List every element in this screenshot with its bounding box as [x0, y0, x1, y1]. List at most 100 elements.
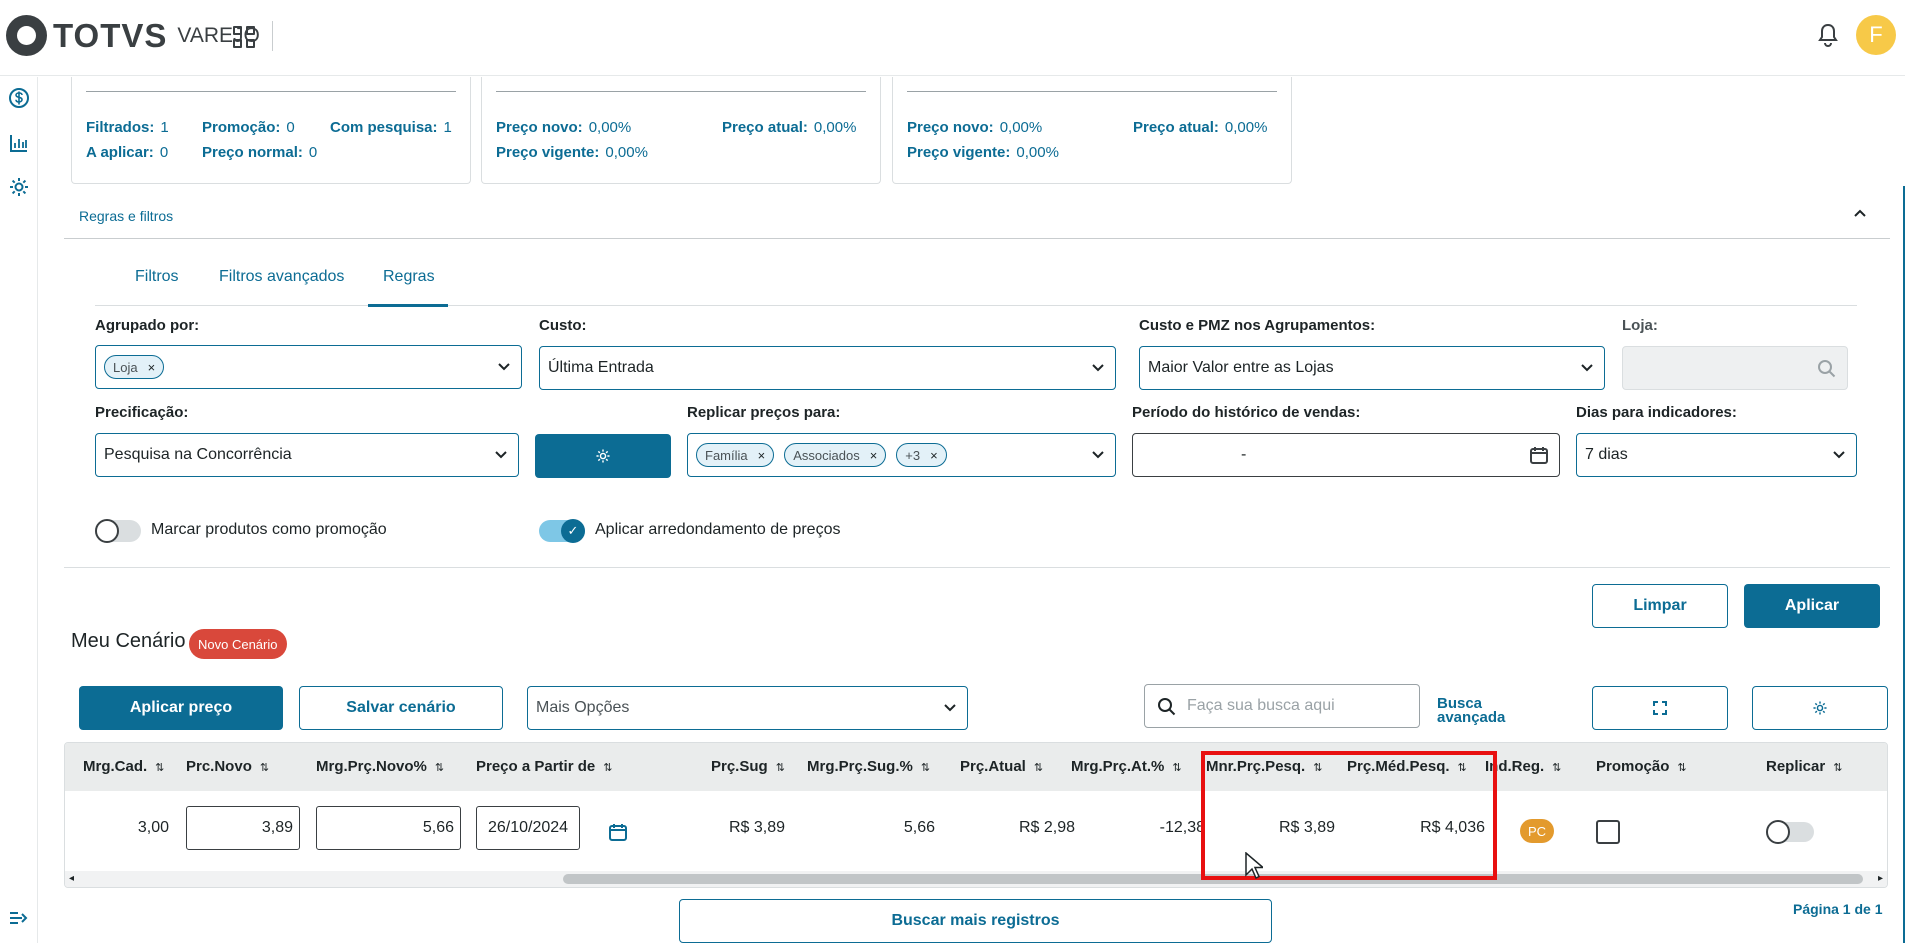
more-options-select[interactable]: Mais Opções: [527, 686, 968, 730]
search-icon: [1818, 360, 1836, 378]
cell-prc-atual: R$ 2,98: [1018, 819, 1075, 836]
prc-novo-input[interactable]: 3,89: [186, 806, 300, 850]
dias-select[interactable]: 7 dias: [1576, 433, 1857, 477]
replicar-select[interactable]: Família × Associados × +3 ×: [687, 433, 1116, 477]
mrg-prc-novo-input[interactable]: 5,66: [316, 806, 461, 850]
top-bar: TOTVS VAREJO F: [0, 0, 1905, 76]
remove-tag-icon[interactable]: ×: [930, 448, 938, 463]
user-avatar[interactable]: F: [1856, 15, 1896, 55]
loja-label: Loja:: [1622, 317, 1658, 334]
summary-preco-novo: Preço novo: 0,00%: [496, 119, 632, 136]
precificacao-select[interactable]: Pesquisa na Concorrência: [95, 433, 519, 477]
column-header[interactable]: Mrg.Prç.Novo% ⇅: [316, 758, 444, 775]
column-header[interactable]: Promoção ⇅: [1596, 758, 1687, 775]
bar-chart-icon[interactable]: [8, 132, 30, 154]
column-header[interactable]: Replicar ⇅: [1766, 758, 1842, 775]
column-header[interactable]: Prç.Atual ⇅: [960, 758, 1043, 775]
custo-pmz-select[interactable]: Maior Valor entre as Lojas: [1139, 346, 1605, 390]
section-divider: [64, 238, 1890, 239]
summary-filtrados: Filtrados: 1: [86, 119, 169, 136]
cell-mrg-cad: 3,00: [137, 819, 169, 836]
notification-bell-icon[interactable]: [1817, 22, 1839, 48]
divider: [64, 567, 1890, 568]
horizontal-scrollbar[interactable]: ◂ ▸: [65, 871, 1887, 887]
summary-preco-atual: Preço atual: 0,00%: [722, 119, 857, 136]
custo-label: Custo:: [539, 317, 587, 334]
replicar-tag-more: +3 ×: [896, 443, 947, 467]
remove-tag-icon[interactable]: ×: [870, 448, 878, 463]
table-settings-button[interactable]: [1752, 686, 1888, 730]
chevron-down-icon: [944, 704, 956, 712]
search-input[interactable]: Faça sua busca aqui: [1144, 684, 1420, 728]
promo-toggle[interactable]: [95, 519, 141, 543]
tab-filtros-avancados[interactable]: Filtros avançados: [219, 268, 344, 286]
pricing-table: Mrg.Cad. ⇅ Prc.Novo ⇅ Mrg.Prç.Novo% ⇅ Preço…: [64, 742, 1888, 888]
remove-tag-icon[interactable]: ×: [758, 448, 766, 463]
column-header[interactable]: Prç.Sug ⇅: [711, 758, 785, 775]
more-options-value: Mais Opções: [536, 699, 630, 716]
custo-pmz-label: Custo e PMZ nos Agrupamentos:: [1139, 317, 1376, 334]
replicar-tag-associados: Associados ×: [784, 443, 887, 467]
logo-mark-icon: [6, 15, 47, 56]
tab-regras[interactable]: Regras: [383, 268, 435, 286]
replicar-toggle[interactable]: [1766, 820, 1814, 844]
tab-filtros[interactable]: Filtros: [135, 268, 179, 286]
cell-mrg-prc-at: -12,38: [1159, 819, 1205, 836]
scroll-right-icon[interactable]: ▸: [1878, 873, 1883, 884]
clear-button[interactable]: Limpar: [1592, 584, 1728, 628]
periodo-value: -: [1241, 446, 1247, 463]
fullscreen-button[interactable]: [1592, 686, 1728, 730]
summary-card-prices-1: Preço novo: 0,00% Preço atual: 0,00% Preço…: [481, 77, 881, 184]
apply-price-button[interactable]: Aplicar preço: [79, 686, 283, 730]
arredondamento-toggle[interactable]: ✓: [539, 519, 585, 543]
cell-mrg-prc-sug: 5,66: [903, 819, 935, 836]
column-header[interactable]: Preço a Partir de ⇅: [476, 758, 612, 775]
summary-preco-normal: Preço normal: 0: [202, 144, 318, 161]
scroll-left-icon[interactable]: ◂: [69, 873, 74, 884]
load-more-button[interactable]: Buscar mais registros: [679, 899, 1272, 943]
chevron-down-icon: [1581, 364, 1593, 372]
precificacao-value: Pesquisa na Concorrência: [104, 446, 292, 463]
loja-search-field: [1622, 346, 1848, 390]
column-header[interactable]: Prc.Novo ⇅: [186, 758, 269, 775]
chevron-down-icon: [498, 363, 510, 371]
chevron-up-icon[interactable]: [1853, 206, 1867, 220]
summary-a-aplicar: A aplicar: 0: [86, 144, 169, 161]
remove-tag-icon[interactable]: ×: [148, 360, 156, 375]
apply-button[interactable]: Aplicar: [1744, 584, 1880, 628]
table-header: Mrg.Cad. ⇅ Prc.Novo ⇅ Mrg.Prç.Novo% ⇅ Preço…: [65, 743, 1887, 791]
chevron-down-icon: [495, 451, 507, 459]
summary-card-prices-2: Preço novo: 0,00% Preço atual: 0,00% Preço…: [892, 77, 1292, 184]
column-header[interactable]: Mrg.Prç.At.% ⇅: [1071, 758, 1182, 775]
column-header[interactable]: Mrg.Cad. ⇅: [83, 758, 164, 775]
calendar-icon[interactable]: [608, 822, 628, 842]
scenario-title: Meu Cenário: [71, 630, 186, 652]
summary-preco-vigente: Preço vigente: 0,00%: [907, 144, 1059, 161]
gear-icon: [596, 449, 610, 463]
advanced-search-link[interactable]: Busca avançada: [1437, 696, 1505, 725]
rules-section-title[interactable]: Regras e filtros: [79, 208, 173, 224]
custo-select[interactable]: Última Entrada: [539, 346, 1116, 390]
check-icon: ✓: [561, 519, 585, 543]
pricing-settings-button[interactable]: [535, 434, 671, 478]
replicar-tag-familia: Família ×: [696, 443, 775, 467]
save-scenario-button[interactable]: Salvar cenário: [299, 686, 503, 730]
promocao-checkbox[interactable]: [1596, 820, 1620, 844]
pagination-info: Página 1 de 1: [1793, 901, 1883, 917]
gear-icon[interactable]: [8, 176, 30, 198]
gear-icon: [1813, 701, 1827, 715]
custo-pmz-value: Maior Valor entre as Lojas: [1148, 359, 1334, 376]
search-placeholder: Faça sua busca aqui: [1187, 697, 1335, 714]
periodo-label: Período do histórico de vendas:: [1132, 404, 1361, 421]
agrupado-select[interactable]: Loja ×: [95, 345, 522, 389]
column-header[interactable]: Mrg.Prç.Sug.% ⇅: [807, 758, 930, 775]
rules-tabs: Filtros Filtros avançados Regras: [95, 256, 1857, 306]
replicar-label: Replicar preços para:: [687, 404, 841, 421]
search-icon: [1158, 698, 1176, 716]
calendar-icon[interactable]: [1529, 445, 1549, 465]
periodo-date-field[interactable]: -: [1132, 433, 1560, 477]
apps-grid-icon[interactable]: [233, 26, 255, 48]
dollar-circle-icon[interactable]: [8, 87, 30, 109]
preco-a-partir-input[interactable]: 26/10/2024: [476, 806, 580, 850]
collapse-menu-icon[interactable]: [8, 910, 30, 926]
